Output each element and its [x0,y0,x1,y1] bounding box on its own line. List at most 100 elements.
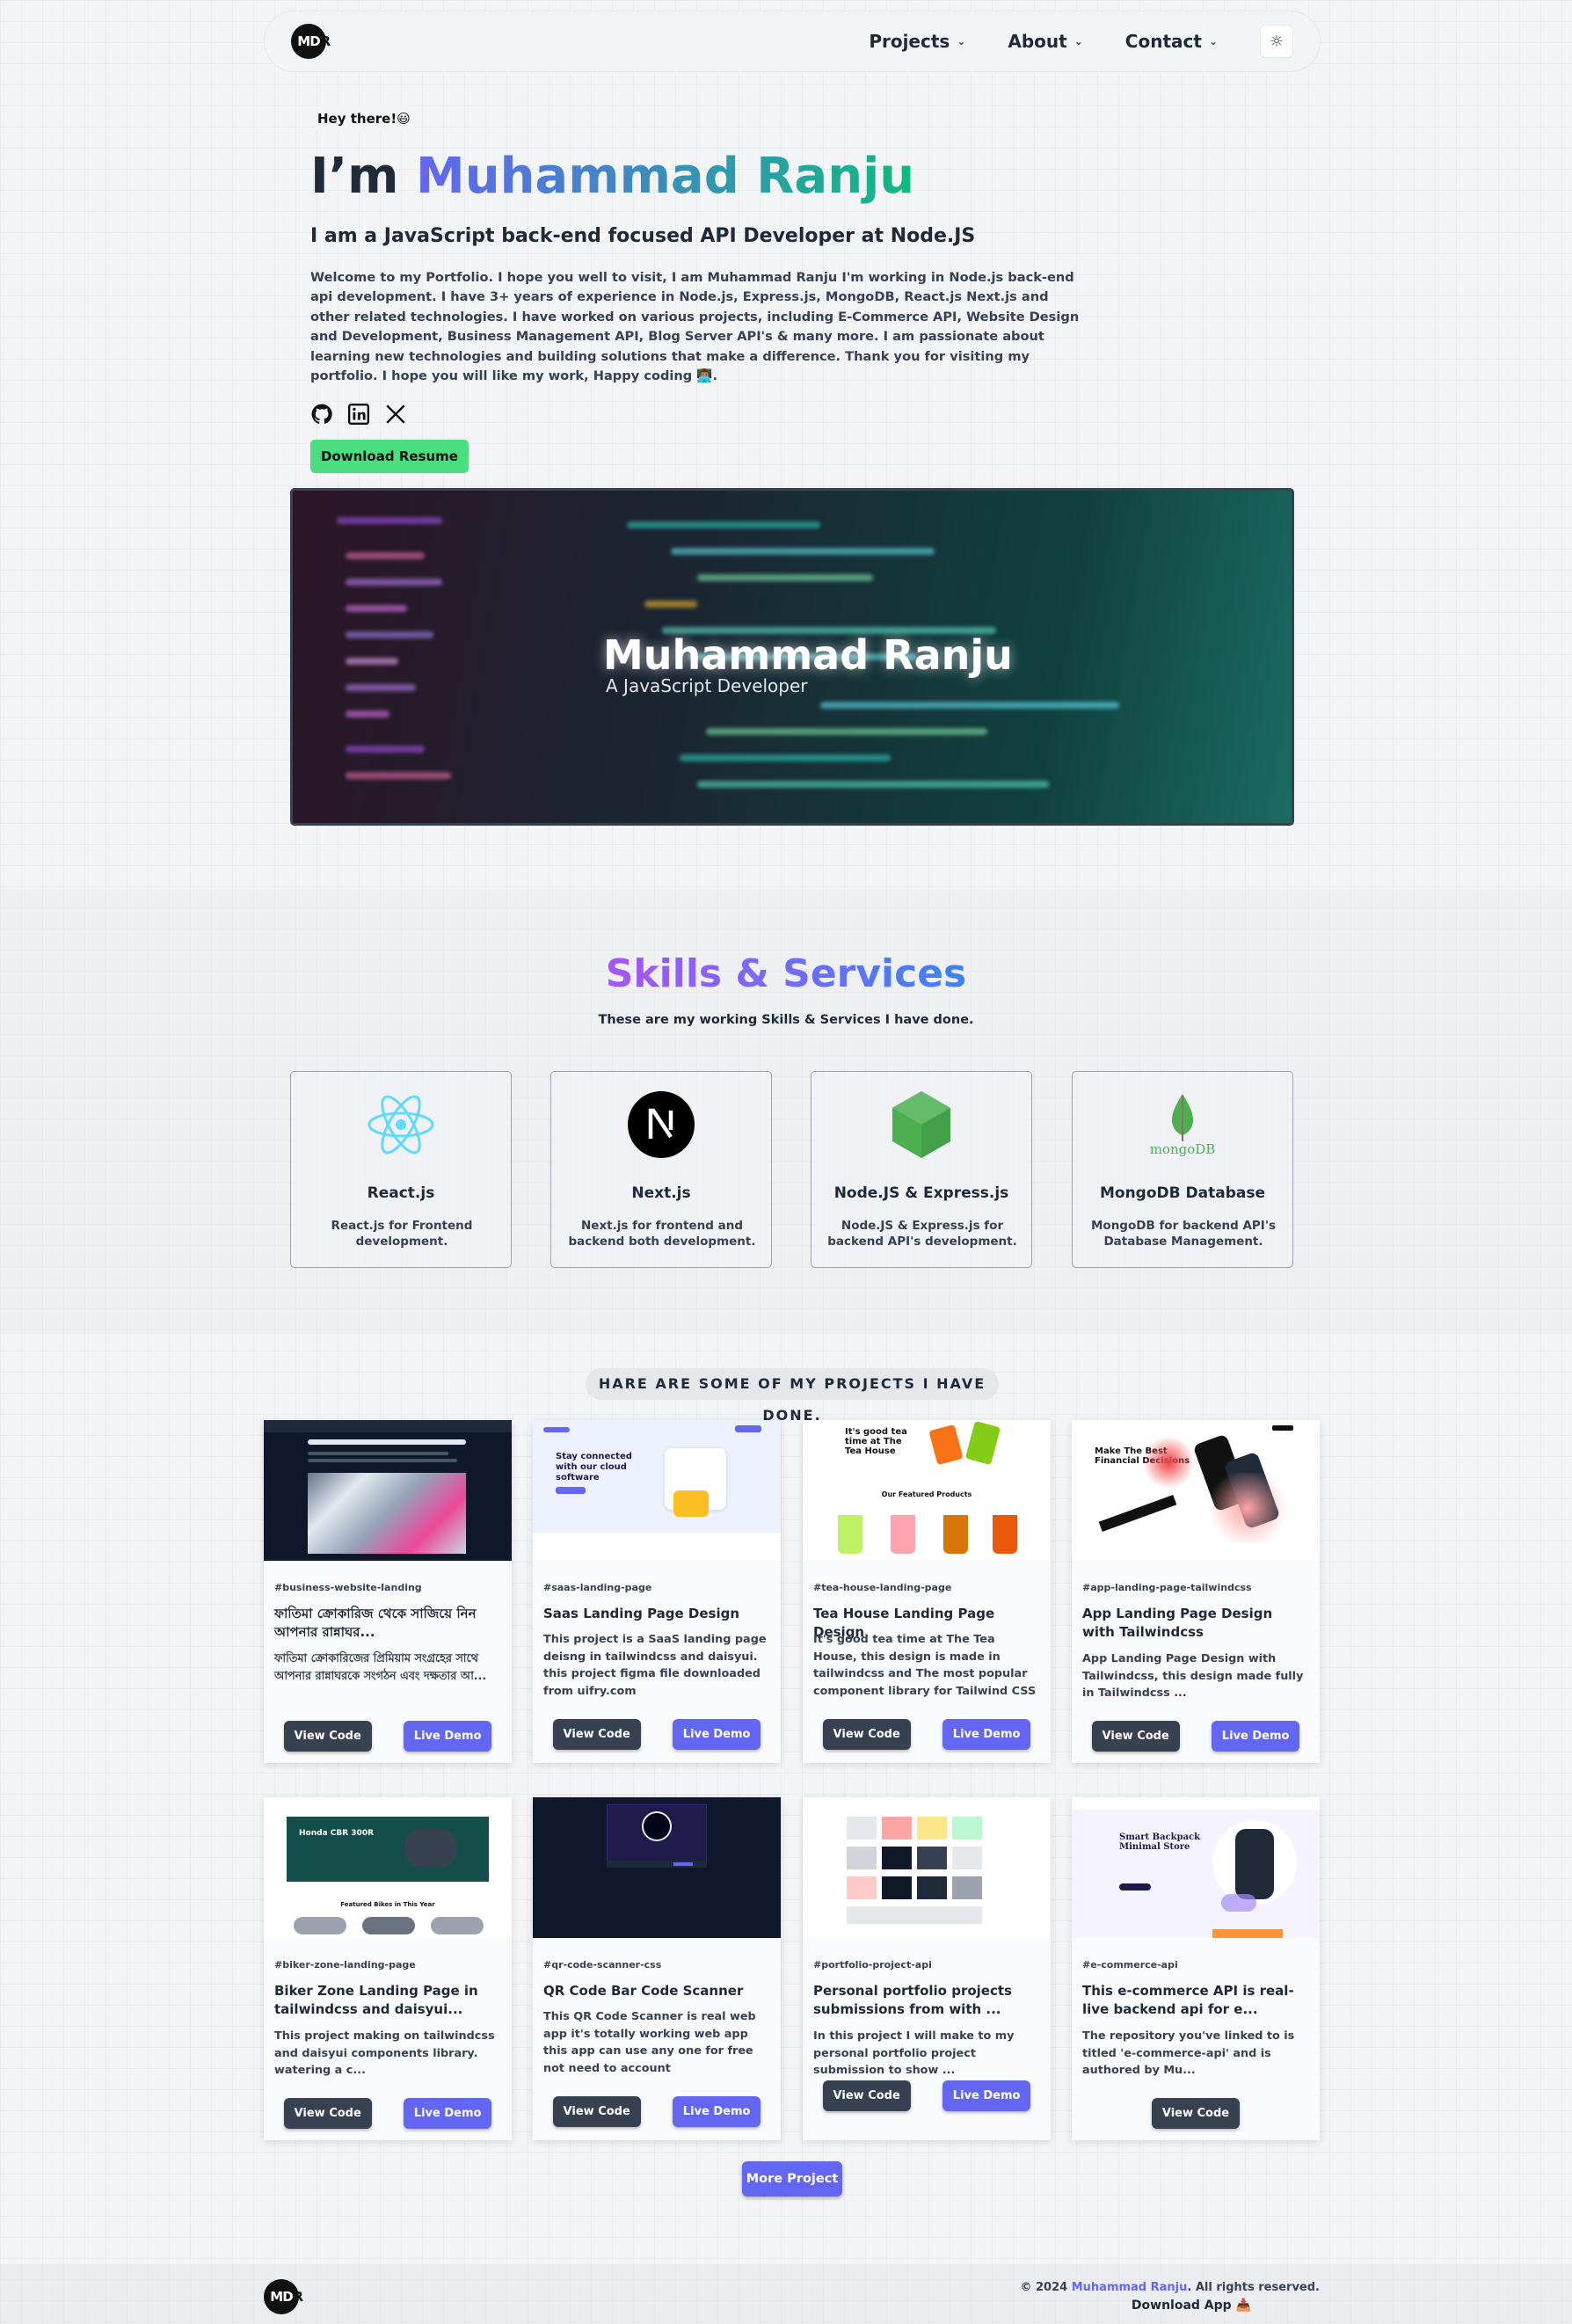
code-line [820,702,1119,709]
live-demo-button[interactable]: Live Demo [1211,1721,1300,1752]
project-actions: View Code Live Demo [533,2096,781,2127]
copyright-name-link[interactable]: Muhammad Ranju [1072,2281,1188,2294]
project-desc: App Landing Page Design with Tailwindcss… [1082,1652,1304,1700]
project-title: App Landing Page Design with Tailwindcss [1082,1606,1273,1640]
code-line [346,684,416,691]
linkedin-icon[interactable] [347,403,370,426]
project-tag: #saas-landing-page [543,1582,652,1593]
code-line [346,746,425,753]
theme-toggle-button[interactable]: ☼ [1260,25,1293,58]
live-demo-button[interactable]: Live Demo [403,1721,492,1752]
project-actions: View Code [1072,2098,1320,2129]
project-thumbnail[interactable] [803,1797,1051,1938]
skill-card-mongodb: mongoDB MongoDB Database MongoDB for bac… [1072,1071,1293,1268]
code-line [346,579,442,586]
project-title: QR Code Bar Code Scanner [543,1983,744,1999]
more-project-button[interactable]: More Project [742,2161,842,2197]
backpack-thumb-text: Smart Backpack Minimal Store [1119,1832,1201,1852]
view-code-button[interactable]: View Code [1091,1721,1180,1752]
live-demo-button[interactable]: Live Demo [672,2096,761,2127]
project-thumbnail[interactable]: Make The Best Financial Decisions [1072,1420,1320,1561]
logo-r: R [320,33,331,49]
project-title: Personal portfolio projects submissions … [813,1983,1012,2017]
view-code-button[interactable]: View Code [552,2096,641,2127]
project-card: Stay connected with our cloud software #… [533,1420,781,1763]
view-code-button[interactable]: View Code [822,2080,911,2111]
project-card: Honda CBR 300R Featured Bikes in This Ye… [264,1797,512,2140]
live-demo-button[interactable]: Live Demo [942,1719,1031,1750]
view-code-button[interactable]: View Code [283,2098,372,2129]
code-line [346,658,398,665]
nextjs-icon [551,1089,771,1160]
live-demo-button[interactable]: Live Demo [672,1719,761,1750]
navbar: MD R Projects ⌄ About ⌄ Contact ⌄ ☼ [264,11,1321,72]
code-line [644,601,697,608]
skill-name: React.js [367,1184,435,1202]
project-thumbnail[interactable] [533,1797,781,1938]
live-demo-button[interactable]: Live Demo [942,2080,1031,2111]
footer [0,2264,1572,2324]
github-icon[interactable] [310,403,333,426]
nav-item-projects[interactable]: Projects ⌄ [869,31,965,52]
biker-thumb-text: Honda CBR 300R [299,1829,375,1838]
nav-item-about[interactable]: About ⌄ [1008,31,1082,52]
skill-desc: React.js for Frontend development. [331,1219,473,1249]
mongodb-icon: mongoDB [1073,1089,1292,1160]
project-desc: This project making on tailwindcss and d… [274,2029,495,2077]
project-card: #portfolio-project-api Personal portfoli… [803,1797,1051,2140]
project-desc: ফাতিমা ক্রোকারিজের প্রিমিয়াম সংগ্রহের স… [274,1652,487,1683]
view-code-button[interactable]: View Code [822,1719,911,1750]
live-demo-button[interactable]: Live Demo [403,2098,492,2129]
skills-subtitle: These are my working Skills & Services I… [598,1013,974,1027]
project-tag: #e-commerce-api [1082,1959,1178,1971]
nav-item-contact[interactable]: Contact ⌄ [1125,31,1218,52]
code-line [346,772,451,779]
project-tag: #app-landing-page-tailwindcss [1082,1582,1252,1593]
download-resume-button[interactable]: Download Resume [310,439,469,473]
code-line [346,710,389,718]
project-actions: View Code Live Demo [803,1719,1051,1750]
project-thumbnail[interactable]: Smart Backpack Minimal Store [1072,1797,1320,1938]
react-icon [291,1089,511,1160]
project-desc: It's good tea time at The Tea House, thi… [813,1633,1037,1698]
x-icon[interactable] [384,403,407,426]
project-thumbnail[interactable]: It's good tea time at The Tea House Our … [803,1420,1051,1561]
hero-title-prefix: I’m [310,148,416,205]
banner-role: A JavaScript Developer [606,675,808,696]
skill-card-react: React.js React.js for Frontend developme… [290,1071,512,1268]
project-tag: #business-website-landing [274,1582,422,1593]
copyright-suffix: . All rights reserved. [1187,2281,1320,2294]
biker-featured-text: Featured Bikes in This Year [340,1901,435,1908]
tea-thumb-text: It's good tea time at The Tea House [845,1427,907,1456]
hero-title: I’m Muhammad Ranju [310,149,1102,204]
view-code-button[interactable]: View Code [1151,2098,1241,2129]
download-app-link[interactable]: Download App 📥 [1132,2299,1251,2313]
skill-desc: Next.js for frontend and backend both de… [568,1219,756,1249]
view-code-button[interactable]: View Code [283,1721,372,1752]
nav-label: Projects [869,31,950,52]
project-thumbnail[interactable]: Honda CBR 300R Featured Bikes in This Ye… [264,1797,512,1938]
project-thumbnail[interactable]: Stay connected with our cloud software [533,1420,781,1561]
site-logo[interactable]: MD R [291,24,331,59]
code-line [346,552,425,559]
project-thumbnail[interactable] [264,1420,512,1561]
hero-banner: Muhammad Ranju A JavaScript Developer [290,488,1294,826]
chevron-down-icon: ⌄ [1073,35,1083,47]
skill-name: Node.JS & Express.js [833,1184,1009,1202]
skill-desc: Node.JS & Express.js for backend API's d… [827,1219,1017,1249]
logo-r: R [293,2289,303,2305]
project-card: #qr-code-scanner-css QR Code Bar Code Sc… [533,1797,781,2140]
project-title: ফাতিমা ক্রোকারিজ থেকে সাজিয়ে নিন আপনার … [274,1606,477,1640]
project-desc: This QR Code Scanner is real web app it'… [543,2010,756,2075]
project-card: Smart Backpack Minimal Store #e-commerce… [1072,1797,1320,2140]
projects-heading: HARE ARE SOME OF MY PROJECTS I HAVE DONE… [586,1368,999,1424]
tea-products-text: Our Featured Products [881,1490,972,1498]
project-desc: In this project I will make to my person… [813,2029,1015,2077]
code-line [346,605,407,612]
footer-logo[interactable]: MD R [264,2279,303,2314]
code-line [697,574,873,581]
view-code-button[interactable]: View Code [552,1719,641,1750]
project-actions: View Code Live Demo [264,2098,512,2129]
project-card: #business-website-landing ফাতিমা ক্রোকার… [264,1420,512,1763]
mongodb-logo-text: mongoDB [1149,1141,1216,1157]
